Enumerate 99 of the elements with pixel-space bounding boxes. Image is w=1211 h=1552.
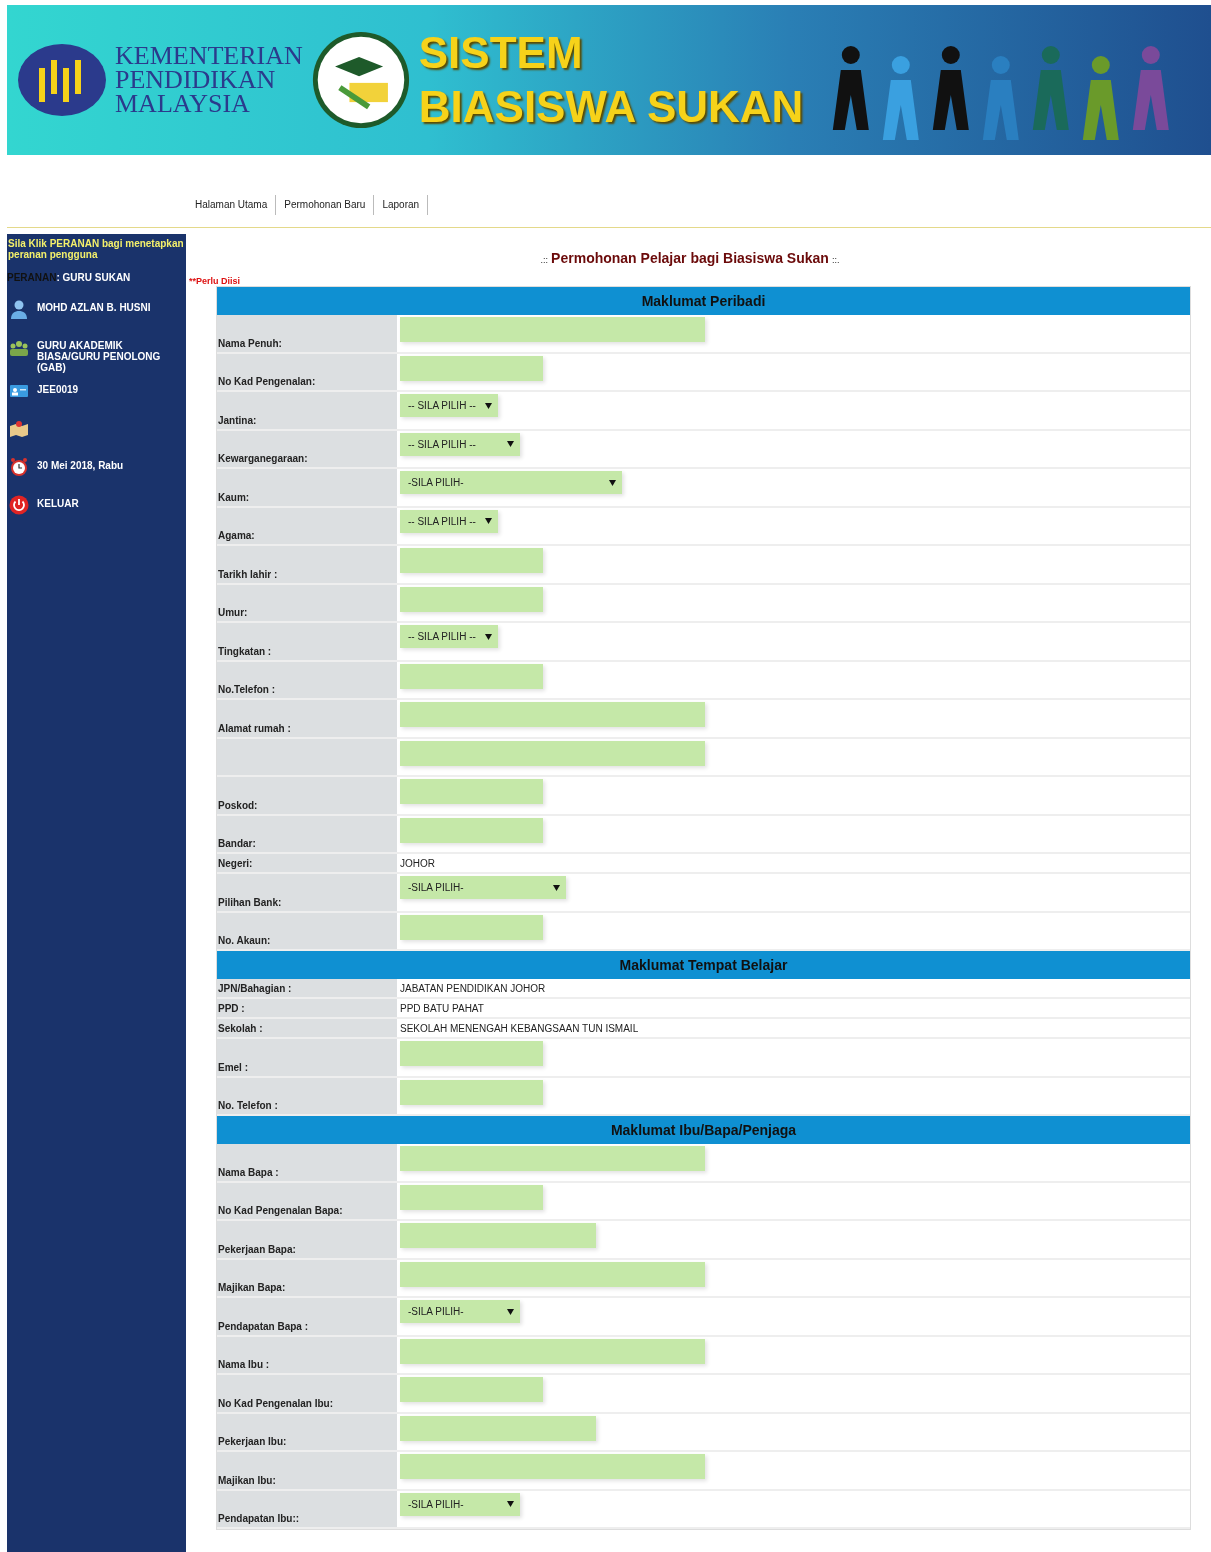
system-title: SISTEM [418,27,584,79]
logout-link[interactable]: KELUAR [37,495,79,509]
text-field[interactable] [400,1079,543,1105]
caret-icon [609,479,616,486]
field-label: Kaum: [217,469,397,506]
caret-icon [507,441,514,447]
nav-link[interactable]: Laporan [374,195,429,215]
alarm-clock-icon [9,457,29,477]
field-label: Majikan Bapa: [217,1259,397,1296]
dropdown[interactable]: -SILA PILIH- [400,1492,520,1516]
nav-link[interactable]: Halaman Utama [187,195,277,215]
caret-icon [485,518,492,524]
field-label: No Kad Pengenalan: [217,353,397,390]
field-label: Emel : [217,1039,397,1076]
dropdown[interactable]: -- SILA PILIH -- [400,509,498,533]
field-label: Poskod: [217,777,397,814]
text-field[interactable] [400,1184,543,1210]
dropdown[interactable]: -SILA PILIH- [400,876,566,899]
title-ornament: .:: [540,255,549,265]
field-label: Pendapatan Ibu:: [217,1490,397,1527]
field-value: JABATAN PENDIDIKAN JOHOR [400,982,546,994]
role-notice: Sila Klik PERANAN bagi menetapkan peranan pengguna [7,237,185,260]
field-label: Jantina: [217,392,397,429]
text-field[interactable] [400,1454,705,1479]
text-field[interactable] [400,1041,543,1066]
caret-icon [553,884,560,891]
field-label: Umur: [217,584,397,621]
required-note: **Perlu Diisi [189,276,242,286]
system-title: BIASISWA SUKAN [418,81,804,133]
ministry-crest-icon [17,42,107,118]
field-label: Pendapatan Bapa : [217,1298,397,1335]
role-value: : GURU SUKAN [56,272,131,283]
field-label: Nama Penuh: [217,315,397,352]
dropdown[interactable]: -- SILA PILIH -- [400,432,520,456]
text-field[interactable] [400,548,543,573]
field-label: PPD : [217,999,397,1017]
text-field[interactable] [400,1223,596,1248]
page-title: Permohonan Pelajar bagi Biasiswa Sukan [551,250,829,266]
dropdown[interactable]: -- SILA PILIH -- [400,625,498,648]
text-field[interactable] [400,914,543,940]
field-label: Pekerjaan Bapa: [217,1221,397,1258]
field-label: Bandar: [217,815,397,852]
text-field[interactable] [400,1261,705,1287]
map-icon [9,419,29,439]
field-label: No Kad Pengenalan Ibu: [217,1375,397,1412]
text-field[interactable] [400,1146,705,1171]
sidebar-info: GURU AKADEMIK BIASA/GURU PENOLONG (GAB) [37,339,162,373]
scholarship-seal-icon [310,30,411,130]
text-field[interactable] [400,1338,705,1364]
field-label: Negeri: [217,854,397,872]
ministry-name: PENDIDIKAN [115,68,277,92]
field-label: Majikan Ibu: [217,1452,397,1489]
field-label: Nama Ibu : [217,1336,397,1373]
text-field[interactable] [400,586,543,612]
field-label: Sekolah : [217,1019,397,1037]
field-label: Pekerjaan Ibu: [217,1413,397,1450]
caret-icon [485,633,492,640]
text-field[interactable] [400,779,543,804]
field-label: No Kad Pengenalan Bapa: [217,1182,397,1219]
sidebar-info: 30 Mei 2018, Rabu [37,459,124,471]
sidebar-info: JEE0019 [37,383,79,395]
field-value: JOHOR [400,857,435,869]
field-value: SEKOLAH MENENGAH KEBANGSAAN TUN ISMAIL [400,1022,639,1034]
ministry-name: KEMENTERIAN [115,44,303,68]
field-label: No. Telefon : [217,1077,397,1114]
field-label: Alamat rumah : [217,700,397,737]
text-field[interactable] [400,817,543,843]
field-label: Tarikh lahir : [217,546,397,583]
text-field[interactable] [400,663,543,689]
field-value: PPD BATU PAHAT [400,1002,484,1014]
sidebar-info: MOHD AZLAN B. HUSNI [37,301,151,313]
dropdown[interactable]: -SILA PILIH- [400,1300,520,1323]
field-label: No. Akaun: [217,912,397,949]
caret-icon [507,1308,514,1315]
title-ornament: ::. [831,255,840,265]
nav-link[interactable]: Permohonan Baru [276,195,375,215]
user-icon [9,299,29,319]
field-label: Nama Bapa : [217,1144,397,1181]
field-label: Tingkatan : [217,623,397,660]
field-label: Pilihan Bank: [217,874,397,911]
text-field[interactable] [400,317,705,342]
dropdown[interactable]: -SILA PILIH- [400,471,622,494]
text-field[interactable] [400,1377,543,1402]
text-field[interactable] [400,740,705,766]
section-header: Maklumat Peribadi [217,287,1190,315]
section-header: Maklumat Tempat Belajar [217,951,1190,979]
dropdown[interactable]: -- SILA PILIH -- [400,394,498,417]
field-label: Kewarganegaraan: [217,430,397,467]
section-header: Maklumat Ibu/Bapa/Penjaga [217,1116,1190,1144]
ministry-name: MALAYSIA [115,92,251,116]
power-icon[interactable] [9,495,29,515]
field-label: No.Telefon : [217,661,397,698]
caret-icon [485,402,492,409]
text-field[interactable] [400,702,705,727]
text-field[interactable] [400,1415,596,1441]
caret-icon [507,1501,514,1507]
field-label: Agama: [217,507,397,544]
text-field[interactable] [400,355,543,381]
field-label: JPN/Bahagian : [217,979,397,997]
